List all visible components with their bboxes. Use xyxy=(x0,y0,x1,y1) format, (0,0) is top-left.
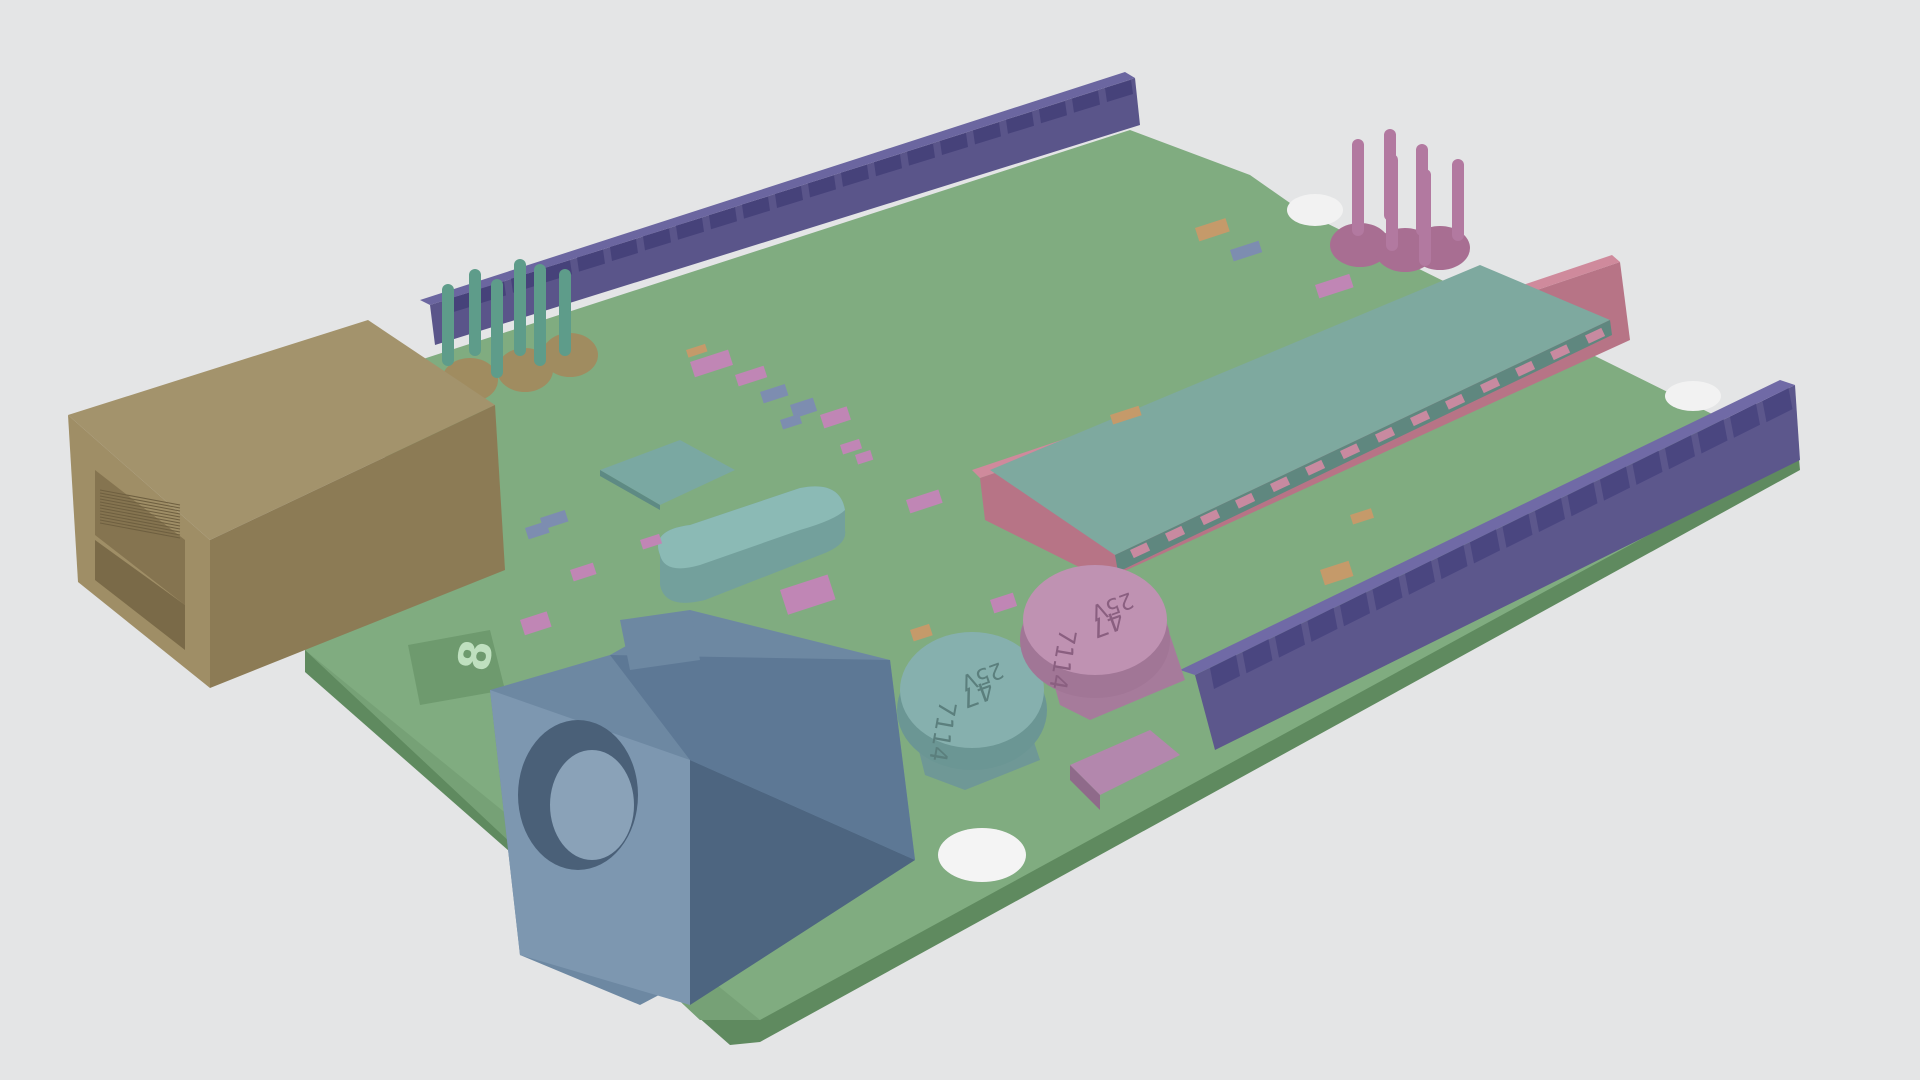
mounting-hole xyxy=(1665,381,1721,411)
pin-header-right xyxy=(1330,129,1470,272)
mounting-hole xyxy=(1287,194,1343,226)
mounting-hole xyxy=(938,828,1026,882)
arduino-board-render: 8 47 25V 7114 47 25V 7114 xyxy=(68,72,1800,1045)
